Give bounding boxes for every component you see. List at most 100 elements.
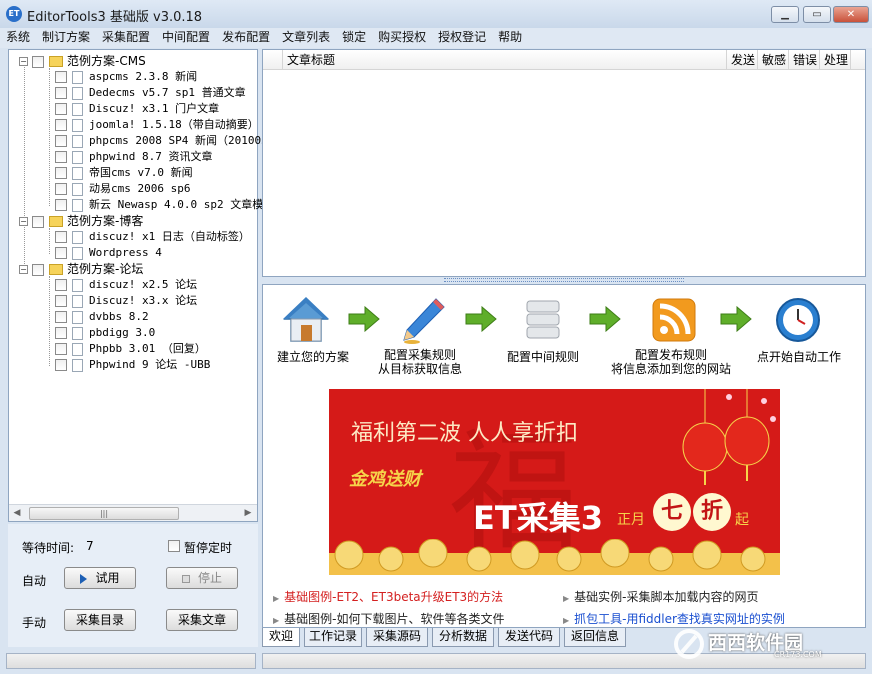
tree-item[interactable]: Discuz! x3.x 论坛: [55, 293, 197, 309]
pencil-icon[interactable]: [398, 295, 448, 345]
tree-checkbox[interactable]: [55, 311, 67, 323]
tab-work-log[interactable]: 工作记录: [304, 628, 362, 647]
column-process[interactable]: 处理: [820, 50, 851, 70]
tree-item-label[interactable]: 新云 Newasp 4.0.0 sp2 文章模: [89, 198, 263, 211]
tree-checkbox[interactable]: [55, 119, 67, 131]
tab-analyze-data[interactable]: 分析数据: [432, 628, 494, 647]
tree-item[interactable]: discuz! x2.5 论坛: [55, 277, 197, 293]
link-fiddler-text[interactable]: 抓包工具-用fiddler查找真实网址的实例: [574, 612, 785, 626]
tree-item-label[interactable]: phpcms 2008 SP4 新闻（201005: [89, 134, 268, 147]
tree-item[interactable]: 帝国cms v7.0 新闻: [55, 165, 193, 181]
tree-item[interactable]: phpcms 2008 SP4 新闻（201005: [55, 133, 268, 149]
tree-item-label[interactable]: Discuz! x3.1 门户文章: [89, 102, 219, 115]
tree-item[interactable]: Phpwind 9 论坛 -UBB: [55, 357, 210, 373]
link-script-loaded-page[interactable]: ▶ 基础实例-采集脚本加载内容的网页: [563, 588, 759, 605]
column-title[interactable]: 文章标题: [283, 50, 727, 70]
tree-item[interactable]: 动易cms 2006 sp6: [55, 181, 190, 197]
menu-middle-config[interactable]: 中间配置: [156, 28, 216, 46]
tree-item-label[interactable]: Phpbb 3.01 （回复）: [89, 342, 206, 355]
home-icon[interactable]: [281, 295, 331, 345]
link-fiddler[interactable]: ▶ 抓包工具-用fiddler查找真实网址的实例: [563, 610, 785, 627]
menu-system[interactable]: 系统: [0, 28, 36, 46]
tree-item-label[interactable]: pbdigg 3.0: [89, 326, 155, 339]
tree-group[interactable]: − 范例方案-CMS: [19, 53, 146, 69]
menu-plan[interactable]: 制订方案: [36, 28, 96, 46]
tree-checkbox[interactable]: [55, 231, 67, 243]
tree-checkbox[interactable]: [32, 215, 44, 228]
tree-checkbox[interactable]: [55, 103, 67, 115]
tree-checkbox[interactable]: [55, 183, 67, 195]
column-sensitive[interactable]: 敏感: [758, 50, 789, 70]
tab-send-code[interactable]: 发送代码: [498, 628, 560, 647]
tree-checkbox[interactable]: [55, 359, 67, 371]
menu-register-license[interactable]: 授权登记: [432, 28, 492, 46]
rss-icon[interactable]: [649, 295, 699, 345]
link-upgrade-et3[interactable]: ▶ 基础图例-ET2、ET3beta升级ET3的方法: [273, 588, 503, 605]
tree-group-label[interactable]: 范例方案-CMS: [67, 54, 146, 68]
tree-item[interactable]: joomla! 1.5.18（带自动摘要）: [55, 117, 259, 133]
tree-item-label[interactable]: Discuz! x3.x 论坛: [89, 294, 197, 307]
tree-item-label[interactable]: Phpwind 9 论坛 -UBB: [89, 358, 210, 371]
column-sent[interactable]: 发送: [727, 50, 758, 70]
tree-item-label[interactable]: Dedecms v5.7 sp1 普通文章: [89, 86, 246, 99]
tree-group-label[interactable]: 范例方案-论坛: [67, 262, 143, 276]
scroll-left-icon[interactable]: ◀: [11, 508, 23, 519]
step-publish-rules-label[interactable]: 配置发布规则 将信息添加到您的网站: [601, 348, 741, 376]
column-error[interactable]: 错误: [789, 50, 820, 70]
tree-item[interactable]: Dedecms v5.7 sp1 普通文章: [55, 85, 246, 101]
tree-checkbox[interactable]: [55, 151, 67, 163]
step-collect-rules-label[interactable]: 配置采集规则 从目标获取信息: [365, 348, 475, 376]
link-download-files[interactable]: ▶ 基础图例-如何下载图片、软件等各类文件: [273, 610, 505, 627]
tree-item-label[interactable]: 动易cms 2006 sp6: [89, 182, 190, 195]
collapse-icon[interactable]: −: [19, 265, 28, 274]
tree-checkbox[interactable]: [55, 87, 67, 99]
maximize-button[interactable]: ▭: [803, 6, 831, 23]
menu-buy-license[interactable]: 购买授权: [372, 28, 432, 46]
link-script-loaded-page-text[interactable]: 基础实例-采集脚本加载内容的网页: [574, 590, 758, 604]
tree-item[interactable]: phpwind 8.7 资讯文章: [55, 149, 212, 165]
tab-welcome[interactable]: 欢迎: [262, 628, 300, 647]
menu-collect-config[interactable]: 采集配置: [96, 28, 156, 46]
tree-item[interactable]: 新云 Newasp 4.0.0 sp2 文章模: [55, 197, 263, 213]
tree-item-label[interactable]: Wordpress 4: [89, 246, 162, 259]
trial-button[interactable]: 试用: [64, 567, 136, 589]
tree-checkbox[interactable]: [55, 71, 67, 83]
article-list[interactable]: 文章标题 发送 敏感 错误 处理: [262, 49, 866, 277]
splitter-grip[interactable]: [444, 278, 684, 282]
database-icon[interactable]: [518, 295, 568, 345]
tree-checkbox[interactable]: [55, 199, 67, 211]
tab-return-info[interactable]: 返回信息: [564, 628, 626, 647]
minimize-button[interactable]: ▁: [771, 6, 799, 23]
tree-item[interactable]: pbdigg 3.0: [55, 325, 155, 341]
tree-item-label[interactable]: dvbbs 8.2: [89, 310, 149, 323]
pause-timer-checkbox[interactable]: [168, 540, 180, 552]
step-middle-rules-label[interactable]: 配置中间规则: [499, 350, 587, 364]
menu-article-list[interactable]: 文章列表: [276, 28, 336, 46]
panel-splitter[interactable]: [262, 277, 866, 283]
step-create-plan-label[interactable]: 建立您的方案: [273, 350, 353, 364]
scroll-thumb[interactable]: |||: [29, 507, 179, 520]
tree-checkbox[interactable]: [55, 279, 67, 291]
tree-item-label[interactable]: discuz! x2.5 论坛: [89, 278, 197, 291]
tree-checkbox[interactable]: [55, 247, 67, 259]
tree-item[interactable]: discuz! x1 日志（自动标签）: [55, 229, 250, 245]
tree-checkbox[interactable]: [32, 263, 44, 276]
collapse-icon[interactable]: −: [19, 217, 28, 226]
tree-item-label[interactable]: discuz! x1 日志（自动标签）: [89, 230, 250, 243]
collapse-icon[interactable]: −: [19, 57, 28, 66]
menu-publish-config[interactable]: 发布配置: [216, 28, 276, 46]
promo-banner[interactable]: 福 福利第二波 人人享折扣 金鸡送财 ET采集3 正月 七 折 起: [329, 389, 780, 575]
tree-checkbox[interactable]: [55, 135, 67, 147]
close-button[interactable]: ✕: [833, 6, 869, 23]
tree-item-label[interactable]: phpwind 8.7 资讯文章: [89, 150, 212, 163]
menu-lock[interactable]: 锁定: [336, 28, 372, 46]
tab-collect-source[interactable]: 采集源码: [366, 628, 428, 647]
link-upgrade-et3-text[interactable]: 基础图例-ET2、ET3beta升级ET3的方法: [284, 590, 503, 604]
tree-group[interactable]: − 范例方案-论坛: [19, 261, 143, 277]
tree-item[interactable]: dvbbs 8.2: [55, 309, 149, 325]
tree-checkbox[interactable]: [55, 327, 67, 339]
collect-article-button[interactable]: 采集文章: [166, 609, 238, 631]
tree-item-label[interactable]: aspcms 2.3.8 新闻: [89, 70, 197, 83]
stop-button[interactable]: 停止: [166, 567, 238, 589]
collect-directory-button[interactable]: 采集目录: [64, 609, 136, 631]
